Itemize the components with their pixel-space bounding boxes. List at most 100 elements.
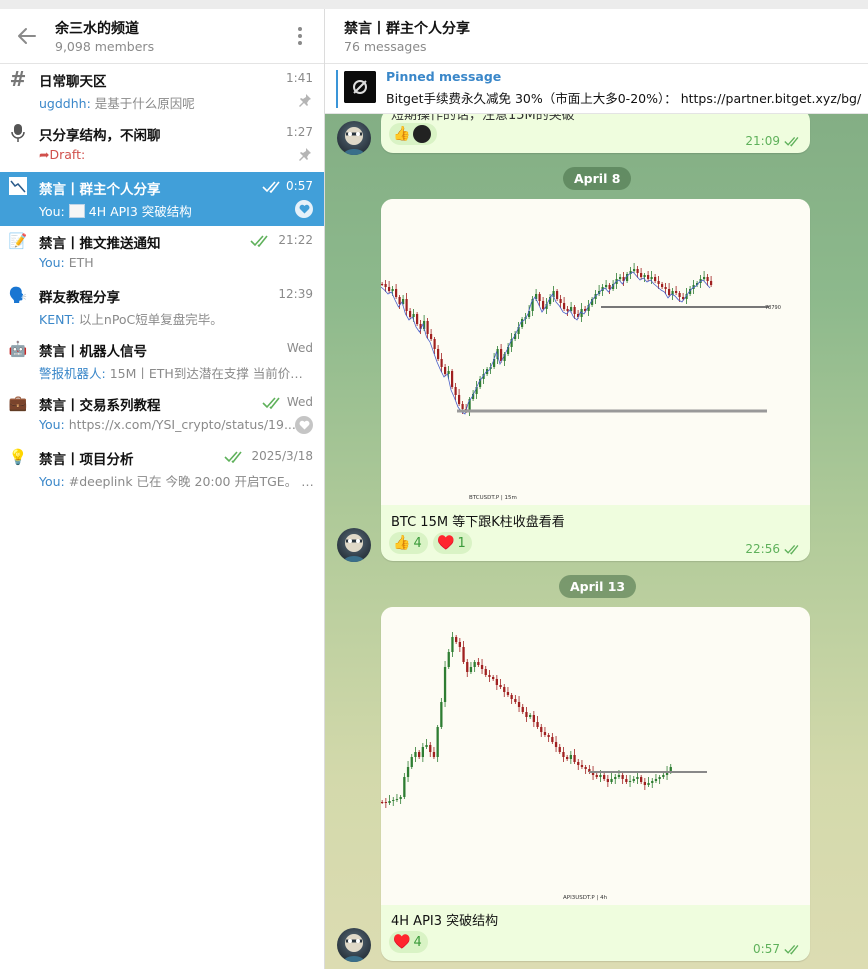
candle-body [562, 752, 565, 757]
conversation-panel: 禁言丨群主个人分享 76 messages Pinned message Bit… [325, 9, 868, 969]
candle-body [529, 715, 532, 717]
candle-body [495, 679, 498, 685]
candle-body [440, 359, 443, 367]
message-time: 22:56 [745, 542, 802, 556]
candle-body [395, 799, 399, 800]
pin-icon [299, 94, 311, 107]
chat-item-tutorials[interactable]: 🗣️ 群友教程分享 12:39 KENT: 以上nPoC短单复盘完毕。 [0, 280, 324, 334]
candle-body [406, 767, 410, 777]
chat-item-tweets[interactable]: 📝 禁言丨推文推送通知 21:22 You: ETH [0, 226, 324, 280]
pinned-message-bar[interactable]: Pinned message Bitget手续费永久减免 30%（市面上大多0-… [325, 64, 868, 114]
conversation-title: 禁言丨群主个人分享 [344, 21, 470, 37]
message-bubble[interactable]: 短期操作的话，注意15M的突破 👍 21:09 [381, 109, 810, 153]
chart-thumb-icon [8, 177, 28, 197]
double-check-icon [784, 544, 799, 555]
candle-body [458, 395, 461, 404]
chat-item-bot-signals[interactable]: 🤖 禁言丨机器人信号 Wed 警报机器人: 15M丨ETH到达潜在支撑 当前价格… [0, 334, 324, 388]
avatar[interactable] [337, 928, 371, 962]
candle-body [392, 800, 395, 801]
candle-body [617, 775, 621, 777]
candle-body [388, 287, 391, 291]
chat-name: 群友教程分享 [39, 290, 120, 306]
candle-body [447, 652, 450, 667]
speaking-head-icon: 🗣️ [8, 286, 28, 304]
candle-body [661, 284, 664, 287]
candle-body [469, 667, 473, 672]
candle-body [547, 735, 550, 737]
thumbs-up-icon: 👍 [393, 535, 411, 551]
candle-body [536, 722, 539, 727]
double-check-icon [250, 235, 268, 247]
chat-preview: You: ETH [39, 255, 94, 270]
reactions-row[interactable]: 👍 [389, 123, 438, 145]
candle-body [559, 299, 562, 303]
candle-body [619, 277, 622, 279]
chat-item-owner-share[interactable]: 禁言丨群主个人分享 0:57 You: 4H API3 突破结构 [0, 172, 324, 226]
chat-preview: You: https://x.com/YSI_crypto/status/19.… [39, 417, 296, 432]
api3-candle-chart: API3USDT.P | 4h [381, 632, 707, 901]
back-arrow-icon[interactable] [14, 23, 40, 49]
message-bubble[interactable]: API3USDT.P | 4h 4H API3 突破结构 ♥️ 4 0:57 [381, 607, 810, 961]
double-check-icon [224, 451, 242, 463]
chat-item-structure[interactable]: 只分享结构，不闲聊 1:27 ➦Draft: [0, 118, 324, 172]
candle-body [633, 269, 636, 271]
candle-body [664, 287, 667, 289]
chat-item-project-analysis[interactable]: 💡 禁言丨项目分析 2025/3/18 You: #deeplink 已在 今晚… [0, 442, 324, 496]
chat-item-daily[interactable]: # 日常聊天区 1:41 ugddhh: 是基于什么原因呢 [0, 64, 324, 118]
heart-icon: ♥️ [393, 934, 411, 950]
microphone-icon [8, 123, 28, 143]
candle-body [532, 715, 535, 722]
hash-icon: # [9, 67, 27, 91]
reaction-avatar [413, 125, 432, 143]
robot-icon: 🤖 [8, 340, 28, 358]
reaction-heart[interactable]: ♥️ 4 [389, 931, 428, 953]
message-bubble[interactable]: 78790 BTCUSDT.P | 15m BTC 15M 等下跟K柱收盘看看 👍… [381, 199, 810, 561]
message-caption: 4H API3 突破结构 [391, 914, 499, 929]
price-tag: 78790 [765, 305, 781, 311]
candle-body [643, 782, 646, 785]
reaction-thumbs-up[interactable]: 👍 4 [389, 532, 428, 554]
chat-time: 21:22 [278, 233, 313, 247]
more-options-icon[interactable] [290, 25, 310, 47]
date-separator: April 8 [563, 167, 632, 190]
chat-item-trading-series[interactable]: 💼 禁言丨交易系列教程 Wed You: https://x.com/YSI_c… [0, 388, 324, 442]
chat-name: 日常聊天区 [39, 74, 107, 90]
candle-body [608, 285, 611, 289]
candle-body [614, 777, 617, 779]
avatar[interactable] [337, 528, 371, 562]
candle-body [643, 275, 646, 277]
candle-body [710, 281, 713, 285]
candle-body [525, 712, 528, 717]
candle-body [444, 367, 447, 374]
candle-body [451, 637, 454, 652]
candle-body [599, 775, 602, 777]
candle-body [543, 732, 547, 735]
candle-body [651, 781, 654, 783]
chart-photo[interactable]: 78790 BTCUSDT.P | 15m [381, 199, 810, 505]
reaction-heart[interactable]: ♥️ 1 [433, 532, 472, 554]
pin-icon [299, 148, 311, 161]
chat-time: 12:39 [278, 287, 313, 301]
candle-body [566, 309, 569, 311]
candle-body [668, 289, 671, 295]
candle-body [443, 667, 447, 702]
conversation-header[interactable]: 禁言丨群主个人分享 76 messages [325, 9, 868, 64]
date-separator: April 13 [559, 575, 637, 598]
candle-body [595, 775, 598, 777]
candle-body [418, 752, 421, 757]
candle-body [647, 275, 650, 279]
candle-body [632, 779, 635, 781]
candle-body [650, 277, 653, 279]
avatar[interactable] [337, 121, 371, 155]
chart-photo[interactable]: API3USDT.P | 4h [381, 607, 810, 905]
candle-body [521, 707, 524, 712]
candle-body [473, 662, 476, 667]
double-check-icon [262, 397, 280, 409]
double-check-icon [262, 181, 280, 193]
candle-body [433, 339, 436, 349]
candle-body [573, 755, 576, 762]
chat-time: Wed [286, 341, 313, 355]
candle-body [636, 269, 639, 273]
pinned-title: Pinned message [386, 69, 502, 84]
candle-body [675, 291, 678, 293]
